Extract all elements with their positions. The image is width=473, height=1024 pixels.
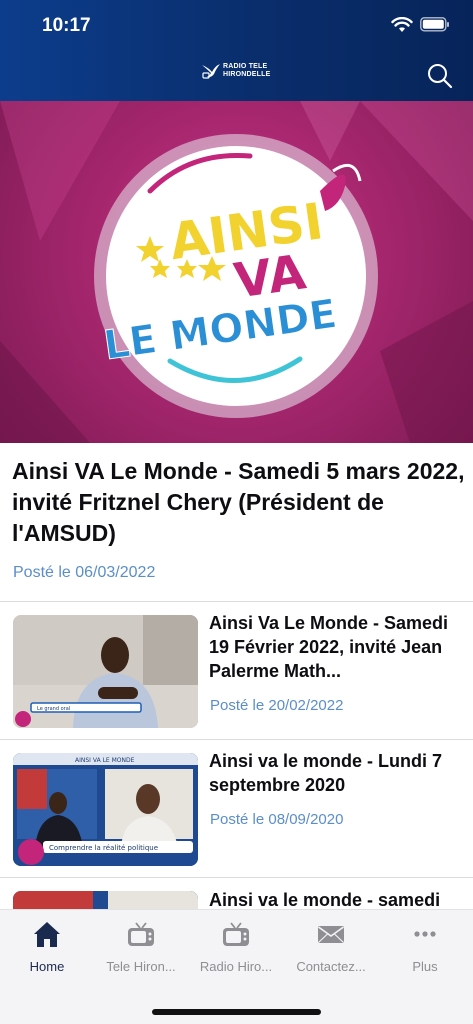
bottom-tab-bar: Home Tele Hiron... Radio Hiro... Contact…	[0, 909, 473, 1024]
wifi-icon	[391, 17, 413, 32]
thumbnail-image-partial	[13, 891, 198, 909]
item-thumbnail: AINSI VA LE MONDE Comprendre la réalité …	[13, 753, 198, 866]
thumb-header: AINSI VA LE MONDE	[75, 757, 135, 764]
item-thumbnail	[13, 891, 198, 909]
mail-icon	[318, 926, 344, 943]
featured-hero-image[interactable]: AINSI VA LE MONDE	[0, 101, 473, 443]
app-logo[interactable]: RADIO TELE HIRONDELLE	[201, 62, 271, 80]
status-bar: 10:17	[0, 0, 473, 50]
hero-artwork: AINSI VA LE MONDE	[0, 101, 473, 443]
tab-more[interactable]: Plus	[378, 910, 472, 990]
item-date: Posté le 20/02/2022	[210, 697, 344, 714]
battery-icon	[420, 17, 449, 32]
thumb-caption: Comprendre la réalité politique	[49, 844, 158, 852]
divider	[0, 877, 473, 878]
tab-contact[interactable]: Contactez...	[284, 910, 378, 990]
logo-line-2: HIRONDELLE	[223, 71, 271, 78]
more-icon	[414, 931, 436, 937]
home-icon	[34, 922, 60, 947]
thumb-caption: Le grand oral	[37, 706, 70, 712]
tab-label: Tele Hiron...	[106, 959, 176, 974]
item-title: Ainsi Va Le Monde - Samedi 19 Février 20…	[209, 613, 449, 681]
divider	[0, 601, 473, 602]
home-indicator	[152, 1009, 321, 1015]
item-title: Ainsi va le monde - Lundi 7 septembre 20…	[209, 751, 443, 795]
tab-radio-hirondelle[interactable]: Radio Hiro...	[189, 910, 283, 990]
thumbnail-image-person: Le grand oral	[13, 615, 198, 728]
featured-date: Posté le 06/03/2022	[13, 564, 156, 581]
tab-label: Radio Hiro...	[199, 959, 273, 974]
search-icon[interactable]	[427, 63, 453, 89]
divider	[0, 739, 473, 740]
tab-tele-hirondelle[interactable]: Tele Hiron...	[94, 910, 188, 990]
logo-line-1: RADIO TELE	[223, 63, 268, 70]
tab-home[interactable]: Home	[0, 910, 94, 990]
radio-icon	[223, 922, 249, 946]
logo-text: RADIO TELE HIRONDELLE	[223, 63, 271, 79]
status-time: 10:17	[42, 15, 91, 36]
tab-label: Plus	[412, 959, 438, 974]
featured-title[interactable]: Ainsi VA Le Monde - Samedi 5 mars 2022, …	[12, 456, 467, 549]
tv-icon	[128, 922, 154, 946]
tab-label: Contactez...	[296, 959, 366, 974]
swallow-logo-icon	[202, 64, 220, 79]
tab-label: Home	[29, 959, 65, 974]
app-header: 10:17 RADIO TELE HIRONDELLE	[0, 0, 473, 101]
item-date: Posté le 08/09/2020	[210, 811, 344, 828]
item-thumbnail: Le grand oral	[13, 615, 198, 728]
thumbnail-image-video-call: AINSI VA LE MONDE Comprendre la réalité …	[13, 753, 198, 866]
